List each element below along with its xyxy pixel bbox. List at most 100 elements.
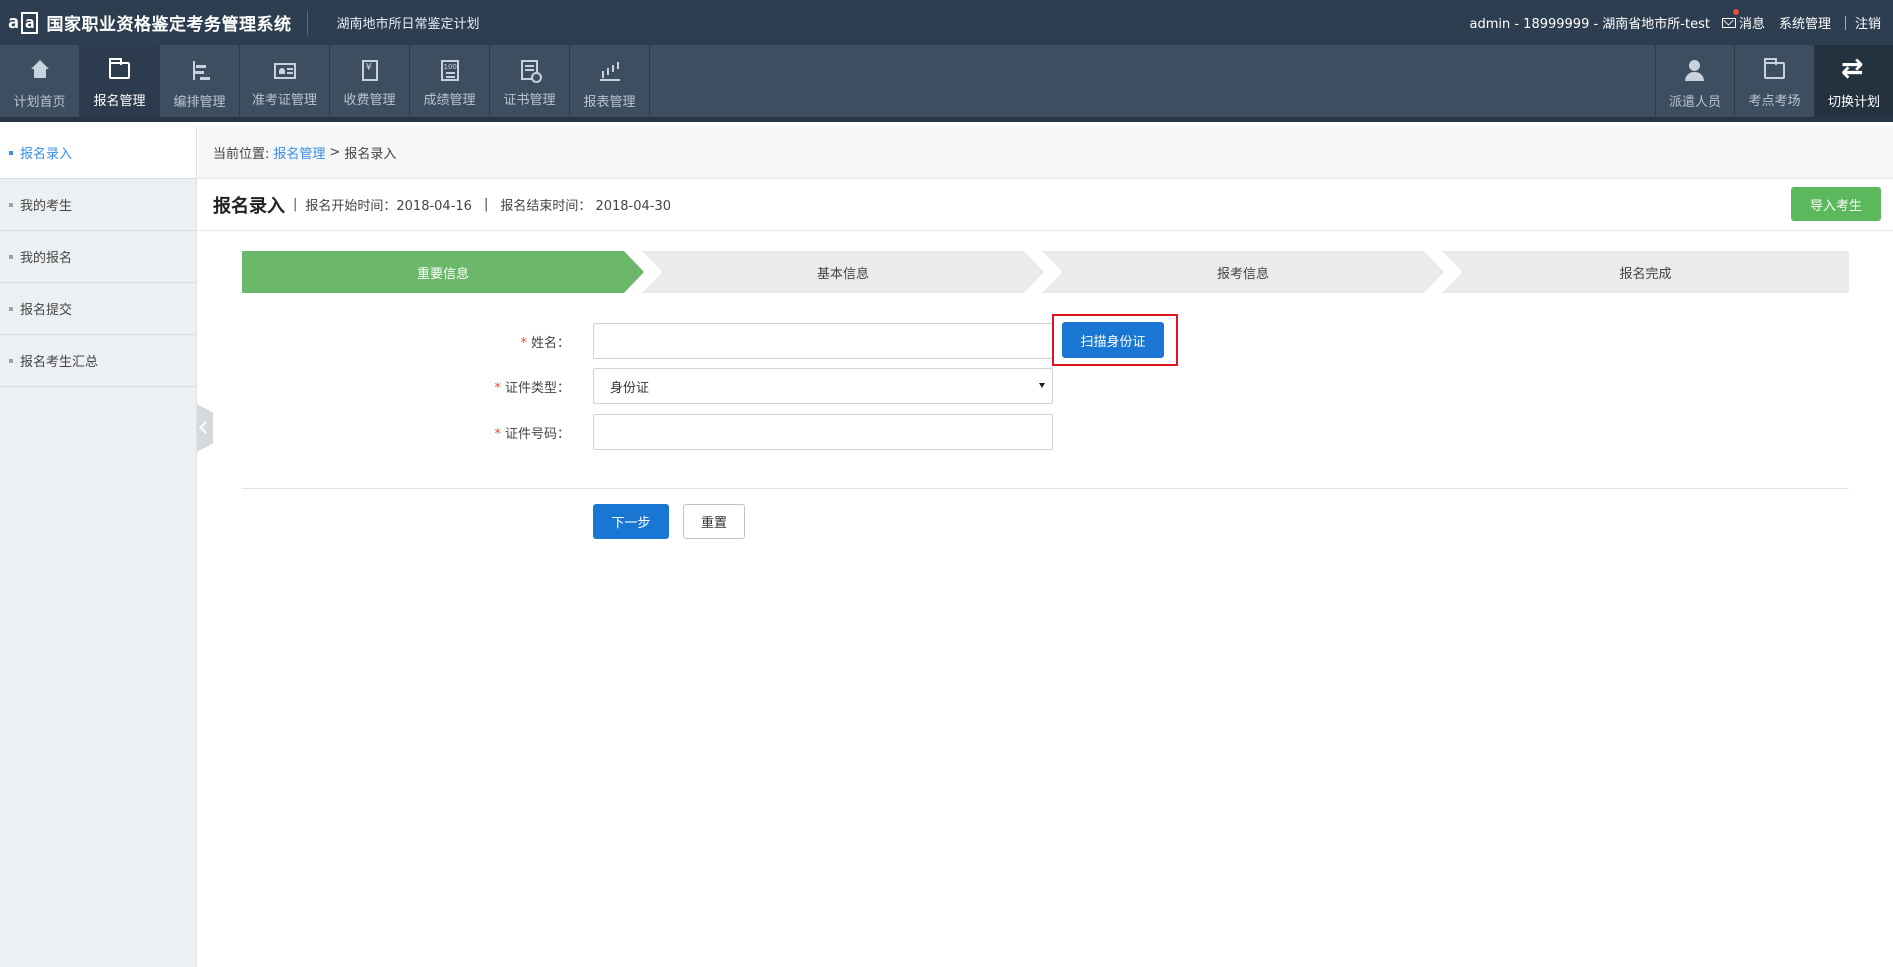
nav-right-group: 派遣人员 考点考场 切换计划: [1655, 45, 1893, 117]
sidebar-item-label: 报名录入: [20, 147, 73, 162]
sidebar-item-label: 报名提交: [20, 303, 73, 318]
nav-exam-sites[interactable]: 考点考场: [1735, 45, 1815, 117]
nav-label: 证书管理: [503, 93, 556, 108]
sidebar-item-my-candidates[interactable]: 我的考生: [0, 179, 196, 231]
nav-fees[interactable]: 收费管理: [330, 45, 410, 117]
system-title: 国家职业资格鉴定考务管理系统: [46, 15, 292, 35]
logo-box-letter: a: [20, 11, 39, 34]
envelope-icon: [1721, 17, 1736, 28]
nav-reports[interactable]: 报表管理: [570, 45, 650, 117]
sidebar-item-submit-registration[interactable]: 报名提交: [0, 283, 196, 335]
logout-divider: [1844, 15, 1846, 30]
next-step-button[interactable]: 下一步: [593, 504, 669, 539]
sidebar-item-my-registrations[interactable]: 我的报名: [0, 231, 196, 283]
bullet-icon: [9, 306, 13, 311]
step-progress: 重要信息 基本信息 报考信息 报名完成: [242, 251, 1849, 293]
system-admin-link[interactable]: 系统管理: [1779, 13, 1831, 32]
nav-label: 派遣人员: [1668, 95, 1721, 110]
folder-icon: [1764, 58, 1785, 79]
page-title: 报名录入: [213, 195, 285, 217]
meta-divider: |: [483, 197, 489, 212]
align-bars-icon: [188, 59, 212, 83]
logout-link[interactable]: 注销: [1855, 13, 1881, 32]
step-complete: 报名完成: [1442, 251, 1849, 293]
logo-letter: a: [8, 12, 19, 33]
nav-label: 准考证管理: [251, 93, 317, 108]
step-basic-info: 基本信息: [642, 251, 1044, 293]
reset-button[interactable]: 重置: [683, 504, 745, 539]
nav-label: 收费管理: [343, 93, 396, 108]
user-info: admin - 18999999 - 湖南省地市所-test: [1469, 17, 1710, 32]
name-row: * 姓名： 扫描身份证: [198, 314, 1893, 366]
sidebar-item-label: 我的报名: [20, 251, 73, 266]
scan-id-card-button[interactable]: 扫描身份证: [1062, 322, 1164, 358]
notification-dot: [1732, 9, 1739, 15]
nav-label: 切换计划: [1827, 95, 1880, 110]
sidebar-item-registration-entry[interactable]: 报名录入: [0, 127, 196, 179]
id-type-label: * 证件类型：: [494, 377, 570, 396]
nav-dispatched-staff[interactable]: 派遣人员: [1655, 45, 1735, 117]
bar-chart-icon: [598, 59, 622, 83]
name-input[interactable]: [593, 323, 1053, 359]
title-divider: [307, 10, 309, 35]
logo: a a 国家职业资格鉴定考务管理系统: [8, 10, 291, 35]
nav-scores[interactable]: 成绩管理: [410, 45, 490, 117]
breadcrumb-current: 报名录入: [344, 147, 397, 162]
id-type-label-text: 证件类型：: [504, 380, 570, 396]
top-right-links: admin - 18999999 - 湖南省地市所-test 消息 系统管理 注…: [1469, 9, 1881, 32]
receipt-icon: [361, 60, 378, 81]
bullet-icon: [9, 254, 13, 259]
plan-name: 湖南地市所日常鉴定计划: [336, 17, 480, 32]
step-important-info: 重要信息: [242, 251, 644, 293]
import-candidates-button[interactable]: 导入考生: [1791, 187, 1881, 221]
required-mark: *: [520, 335, 527, 351]
sidebar-item-label: 我的考生: [20, 199, 73, 214]
folder-icon: [109, 58, 130, 79]
nav-plan-home[interactable]: 计划首页: [0, 45, 80, 117]
form-divider: [242, 488, 1849, 489]
breadcrumb-prefix: 当前位置:: [213, 147, 270, 162]
id-number-row: * 证件号码：: [198, 414, 1893, 450]
certificate-icon: [521, 60, 542, 83]
nav-label: 报名管理: [93, 94, 146, 109]
registration-end-time: 报名结束时间： 2018-04-30: [500, 199, 672, 214]
nav-label: 计划首页: [13, 95, 66, 110]
id-type-selected-value: 身份证: [610, 380, 650, 396]
id-type-select[interactable]: 身份证: [593, 368, 1053, 404]
sidebar: 报名录入 我的考生 我的报名 报名提交 报名考生汇总: [0, 127, 197, 967]
score-sheet-icon: [440, 60, 459, 81]
id-number-input[interactable]: [593, 414, 1053, 450]
breadcrumb-link-registration[interactable]: 报名管理: [273, 143, 325, 162]
main-content: 当前位置: 报名管理 > 报名录入 报名录入 | 报名开始时间：2018-04-…: [198, 127, 1893, 967]
sidebar-item-label: 报名考生汇总: [20, 355, 99, 370]
bullet-icon: [9, 150, 13, 155]
breadcrumb-separator: >: [329, 145, 341, 160]
breadcrumb: 当前位置: 报名管理 > 报名录入: [198, 127, 1893, 179]
top-bar: a a 国家职业资格鉴定考务管理系统 湖南地市所日常鉴定计划 admin - 1…: [0, 0, 1893, 45]
registration-start-time: 报名开始时间：2018-04-16: [305, 199, 472, 214]
home-icon: [28, 59, 52, 83]
nav-label: 报表管理: [583, 95, 636, 110]
nav-admission-ticket[interactable]: 准考证管理: [240, 45, 330, 117]
name-label-text: 姓名：: [530, 335, 570, 351]
logo-mark: a a: [8, 11, 39, 35]
name-label: * 姓名：: [520, 332, 570, 351]
messages-label: 消息: [1738, 17, 1765, 32]
id-number-label: * 证件号码：: [494, 423, 570, 442]
nav-label: 编排管理: [173, 95, 226, 110]
id-number-label-text: 证件号码：: [504, 426, 570, 442]
step-exam-info: 报考信息: [1042, 251, 1444, 293]
nav-label: 成绩管理: [423, 93, 476, 108]
swap-icon: [1841, 53, 1866, 84]
required-mark: *: [494, 426, 501, 442]
nav-arrangement[interactable]: 编排管理: [160, 45, 240, 117]
nav-registration[interactable]: 报名管理: [80, 45, 160, 117]
sidebar-item-candidate-summary[interactable]: 报名考生汇总: [0, 335, 196, 387]
nav-switch-plan[interactable]: 切换计划: [1815, 45, 1893, 117]
scan-highlight-box: 扫描身份证: [1052, 314, 1178, 366]
page-header: 报名录入 | 报名开始时间：2018-04-16 | 报名结束时间： 2018-…: [198, 179, 1893, 231]
messages-link[interactable]: 消息: [1721, 9, 1765, 32]
required-mark: *: [494, 380, 501, 396]
nav-certificates[interactable]: 证书管理: [490, 45, 570, 117]
bullet-icon: [9, 358, 13, 363]
